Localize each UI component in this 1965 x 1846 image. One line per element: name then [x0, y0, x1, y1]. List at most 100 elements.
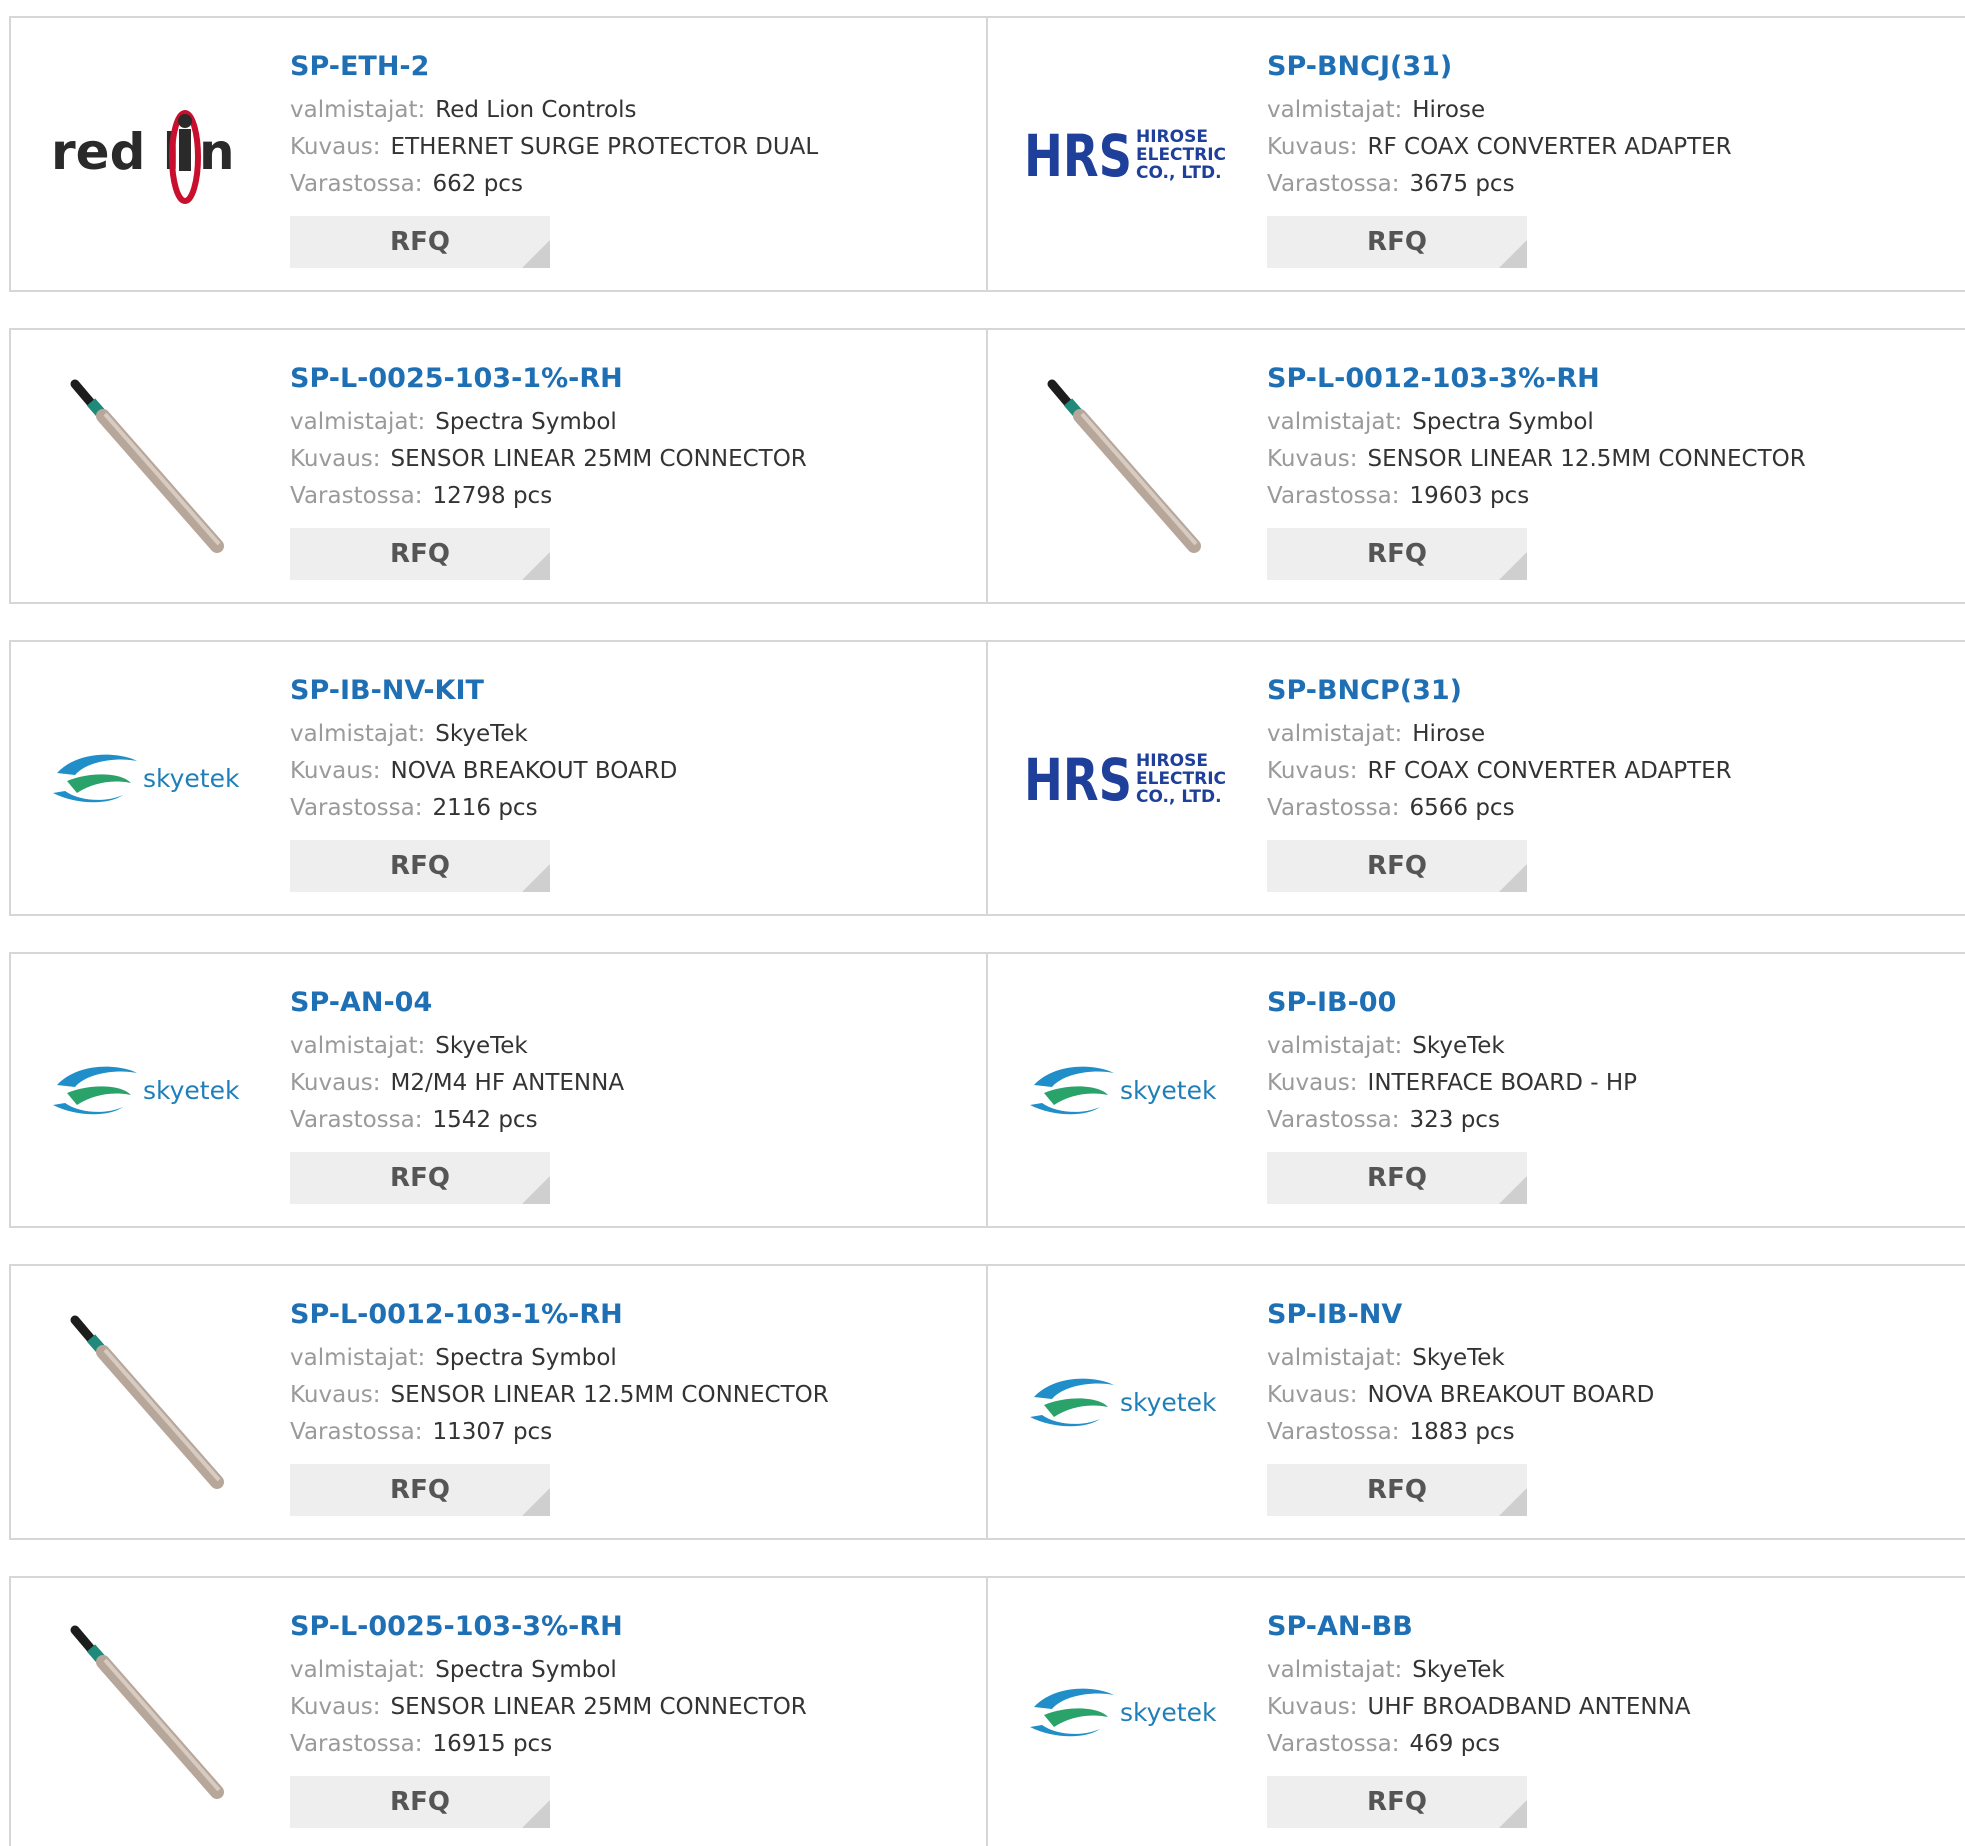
description-line: Kuvaus: RF COAX CONVERTER ADAPTER: [1267, 129, 1732, 166]
rfq-button[interactable]: RFQ: [1267, 1152, 1527, 1204]
product-info: SP-IB-00 valmistajat: SkyeTek Kuvaus: INTE…: [1267, 984, 1637, 1204]
rfq-button-label: RFQ: [1367, 1163, 1427, 1193]
skyetek-logo-swoosh-bottom: [53, 791, 123, 803]
manufacturer-line: valmistajat: Spectra Symbol: [290, 1340, 829, 1377]
rfq-button[interactable]: RFQ: [290, 1152, 550, 1204]
stock-value: 662 pcs: [432, 171, 523, 197]
rfq-corner-decoration: [1499, 1488, 1527, 1516]
manufacturer-label: valmistajat:: [1267, 721, 1403, 747]
red-lion-logo: red l n: [51, 110, 235, 204]
skyetek-logo-swoosh-top: [1034, 1688, 1114, 1709]
product-row: skyetek SP-IB-NV-KIT valmistajat: SkyeTek…: [9, 640, 1965, 916]
rfq-button[interactable]: RFQ: [290, 840, 550, 892]
manufacturer-logo: skyetek: [1024, 1578, 1232, 1846]
product-info: SP-L-0012-103-3%-RH valmistajat: Spectra …: [1267, 360, 1806, 580]
skyetek-logo-text: skyetek: [1120, 1076, 1217, 1105]
stock-value: 469 pcs: [1409, 1731, 1500, 1757]
part-number-link[interactable]: SP-AN-BB: [1267, 1608, 1691, 1646]
manufacturer-value: Red Lion Controls: [435, 97, 637, 123]
part-number-link[interactable]: SP-L-0012-103-1%-RH: [290, 1296, 829, 1334]
manufacturer-logo: [47, 1266, 255, 1538]
rfq-button-label: RFQ: [390, 227, 450, 257]
description-line: Kuvaus: SENSOR LINEAR 12.5MM CONNECTOR: [290, 1377, 829, 1414]
manufacturer-line: valmistajat: Spectra Symbol: [1267, 404, 1806, 441]
manufacturer-logo: [47, 1578, 255, 1846]
skyetek-logo-swoosh-top: [1034, 1378, 1114, 1399]
manufacturer-logo: skyetek: [1024, 954, 1232, 1226]
stock-value: 1542 pcs: [432, 1107, 538, 1133]
description-line: Kuvaus: INTERFACE BOARD - HP: [1267, 1065, 1637, 1102]
stock-label: Varastossa:: [1267, 1731, 1400, 1757]
stock-line: Varastossa: 662 pcs: [290, 166, 818, 203]
manufacturer-label: valmistajat:: [1267, 1657, 1403, 1683]
product-grid: red l n SP-ETH-2 valmistajat: Red Lion Co…: [9, 16, 1965, 1846]
rfq-corner-decoration: [1499, 240, 1527, 268]
description-value: RF COAX CONVERTER ADAPTER: [1367, 758, 1732, 784]
stock-label: Varastossa:: [1267, 1107, 1400, 1133]
manufacturer-logo: skyetek: [1024, 1266, 1232, 1538]
skyetek-logo-swoosh-bottom: [53, 1103, 123, 1115]
stock-line: Varastossa: 1883 pcs: [1267, 1414, 1654, 1451]
manufacturer-logo: skyetek: [47, 954, 255, 1226]
manufacturer-value: SkyeTek: [435, 721, 528, 747]
manufacturer-value: Spectra Symbol: [435, 1345, 617, 1371]
stock-value: 3675 pcs: [1409, 171, 1515, 197]
stock-label: Varastossa:: [290, 483, 423, 509]
part-number-link[interactable]: SP-BNCJ(31): [1267, 48, 1732, 86]
description-line: Kuvaus: RF COAX CONVERTER ADAPTER: [1267, 753, 1732, 790]
part-number-link[interactable]: SP-L-0025-103-1%-RH: [290, 360, 807, 398]
stock-value: 1883 pcs: [1409, 1419, 1515, 1445]
skyetek-logo-text: skyetek: [143, 1076, 240, 1105]
rfq-button[interactable]: RFQ: [290, 1464, 550, 1516]
skyetek-logo-swoosh-bottom: [1030, 1415, 1100, 1427]
stock-line: Varastossa: 3675 pcs: [1267, 166, 1732, 203]
part-number-link[interactable]: SP-AN-04: [290, 984, 624, 1022]
product-card: SP-L-0012-103-1%-RH valmistajat: Spectra …: [11, 1266, 988, 1538]
manufacturer-line: valmistajat: Spectra Symbol: [290, 404, 807, 441]
product-card: SP-L-0012-103-3%-RH valmistajat: Spectra …: [988, 330, 1965, 602]
rfq-button-label: RFQ: [1367, 227, 1427, 257]
hirose-logo-mark: HRS: [1024, 122, 1132, 190]
rfq-button[interactable]: RFQ: [1267, 216, 1527, 268]
manufacturer-value: Hirose: [1412, 721, 1486, 747]
stock-label: Varastossa:: [290, 1107, 423, 1133]
stock-value: 323 pcs: [1409, 1107, 1500, 1133]
manufacturer-line: valmistajat: Hirose: [1267, 716, 1732, 753]
hirose-logo: HRS HIROSE ELECTRIC CO., LTD.: [1024, 746, 1226, 814]
manufacturer-line: valmistajat: SkyeTek: [290, 716, 677, 753]
description-label: Kuvaus:: [290, 758, 381, 784]
rfq-button[interactable]: RFQ: [290, 528, 550, 580]
manufacturer-logo: [1024, 330, 1232, 602]
rfq-button[interactable]: RFQ: [1267, 840, 1527, 892]
stock-line: Varastossa: 16915 pcs: [290, 1726, 807, 1763]
stock-line: Varastossa: 19603 pcs: [1267, 478, 1806, 515]
rfq-corner-decoration: [522, 864, 550, 892]
sensor-body: [96, 409, 224, 553]
product-info: SP-ETH-2 valmistajat: Red Lion Controls K…: [290, 48, 818, 268]
rfq-button[interactable]: RFQ: [1267, 528, 1527, 580]
description-line: Kuvaus: SENSOR LINEAR 25MM CONNECTOR: [290, 1689, 807, 1726]
part-number-link[interactable]: SP-BNCP(31): [1267, 672, 1732, 710]
rfq-button[interactable]: RFQ: [290, 1776, 550, 1828]
rfq-button[interactable]: RFQ: [1267, 1464, 1527, 1516]
rfq-button-label: RFQ: [1367, 1787, 1427, 1817]
description-line: Kuvaus: NOVA BREAKOUT BOARD: [1267, 1377, 1654, 1414]
part-number-link[interactable]: SP-IB-00: [1267, 984, 1637, 1022]
description-label: Kuvaus:: [1267, 134, 1358, 160]
part-number-link[interactable]: SP-L-0025-103-3%-RH: [290, 1608, 807, 1646]
part-number-link[interactable]: SP-IB-NV: [1267, 1296, 1654, 1334]
manufacturer-value: SkyeTek: [435, 1033, 528, 1059]
rfq-button[interactable]: RFQ: [1267, 1776, 1527, 1828]
rfq-corner-decoration: [1499, 1800, 1527, 1828]
rfq-button[interactable]: RFQ: [290, 216, 550, 268]
product-row: SP-L-0025-103-1%-RH valmistajat: Spectra …: [9, 328, 1965, 604]
stock-value: 19603 pcs: [1409, 483, 1530, 509]
hirose-logo-line1: HIROSE: [1136, 751, 1208, 771]
rfq-button-label: RFQ: [1367, 851, 1427, 881]
part-number-link[interactable]: SP-L-0012-103-3%-RH: [1267, 360, 1806, 398]
product-row: red l n SP-ETH-2 valmistajat: Red Lion Co…: [9, 16, 1965, 292]
sensor-highlight: [103, 412, 221, 546]
manufacturer-logo: skyetek: [47, 642, 255, 914]
part-number-link[interactable]: SP-ETH-2: [290, 48, 818, 86]
part-number-link[interactable]: SP-IB-NV-KIT: [290, 672, 677, 710]
